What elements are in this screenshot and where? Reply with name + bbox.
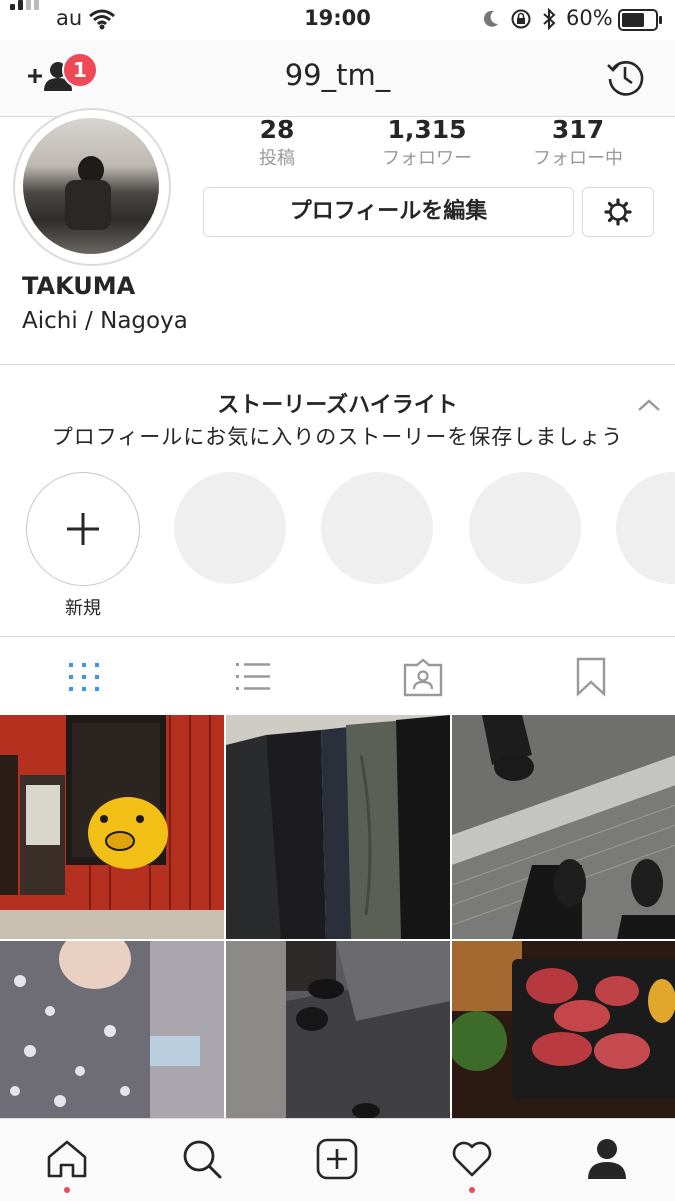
- nav-home[interactable]: [0, 1119, 135, 1201]
- chevron-up-icon[interactable]: [637, 398, 661, 412]
- profile-header: 1 99_tm_: [0, 40, 675, 117]
- posts-count[interactable]: 28 投稿: [202, 115, 352, 170]
- following-value: 317: [551, 115, 605, 144]
- yakiniku-meat-photo: [452, 941, 675, 1118]
- profile-tabs: [0, 636, 675, 715]
- moon-icon: [483, 10, 498, 27]
- followers-label: フォロワー: [382, 148, 472, 169]
- post-thumbnail[interactable]: [226, 941, 450, 1118]
- shoes-floor-photo: [226, 941, 450, 1118]
- profile-name: TAKUMA: [22, 272, 136, 300]
- gear-icon: [604, 198, 632, 226]
- highlight-placeholder: [174, 472, 286, 584]
- settings-button[interactable]: [582, 187, 654, 237]
- heart-icon: [452, 1141, 492, 1177]
- highlight-placeholder: [321, 472, 433, 584]
- grid-icon: [69, 663, 99, 691]
- list-icon: [236, 663, 270, 690]
- post-thumbnail[interactable]: [452, 715, 675, 939]
- highlights-title: ストーリーズハイライト: [217, 393, 458, 418]
- highlight-placeholder: [616, 472, 675, 584]
- home-icon: [47, 1140, 87, 1178]
- post-thumbnail[interactable]: [226, 715, 450, 939]
- nav-activity[interactable]: [405, 1119, 540, 1201]
- battery-icon: [618, 9, 662, 31]
- tab-tagged[interactable]: [336, 637, 504, 715]
- battery-percent: 60%: [566, 6, 613, 30]
- tab-list[interactable]: [168, 637, 336, 715]
- posts-label: 投稿: [259, 148, 295, 169]
- divider: [0, 364, 675, 365]
- rotation-lock-icon: [511, 9, 531, 29]
- status-bar: au 19:00 60%: [0, 0, 675, 40]
- home-activity-dot: [64, 1187, 70, 1193]
- post-thumbnail[interactable]: [0, 715, 224, 939]
- profile-bio: Aichi / Nagoya: [22, 308, 188, 334]
- saved-icon: [576, 657, 606, 697]
- sneakers-escalator-photo: [452, 715, 675, 939]
- archive-history-icon[interactable]: [605, 57, 645, 97]
- bluetooth-icon: [543, 7, 556, 31]
- tagged-icon: [403, 658, 443, 697]
- red-storefront-photo: [0, 715, 224, 939]
- tab-grid[interactable]: [0, 637, 168, 715]
- following-label: フォロー中: [533, 148, 623, 169]
- profile-icon: [588, 1139, 626, 1179]
- tab-saved[interactable]: [504, 637, 672, 715]
- following-count[interactable]: 317 フォロー中: [503, 115, 653, 170]
- nav-search[interactable]: [135, 1119, 270, 1201]
- new-post-icon: [316, 1138, 358, 1180]
- highlights-subtitle: プロフィールにお気に入りのストーリーを保存しましょう: [51, 425, 624, 449]
- person-shirt-photo: [0, 941, 224, 1118]
- new-highlight-label: 新規: [65, 598, 101, 619]
- followers-count[interactable]: 1,315 フォロワー: [352, 115, 502, 170]
- followers-value: 1,315: [387, 115, 467, 144]
- post-thumbnail[interactable]: [0, 941, 224, 1118]
- nav-profile[interactable]: [540, 1119, 675, 1201]
- plus-icon: [67, 513, 99, 545]
- bottom-nav: [0, 1118, 675, 1201]
- activity-notification-dot: [469, 1187, 475, 1193]
- edit-profile-button[interactable]: プロフィールを編集: [203, 187, 574, 237]
- nav-new-post[interactable]: [270, 1119, 405, 1201]
- highlight-placeholder: [469, 472, 581, 584]
- post-thumbnail[interactable]: [452, 941, 675, 1118]
- posts-value: 28: [259, 115, 295, 144]
- new-highlight-button[interactable]: [26, 472, 140, 586]
- search-icon: [183, 1140, 222, 1179]
- hanging-jackets-photo: [226, 715, 450, 939]
- avatar[interactable]: [23, 118, 159, 254]
- username-title: 99_tm_: [284, 58, 391, 92]
